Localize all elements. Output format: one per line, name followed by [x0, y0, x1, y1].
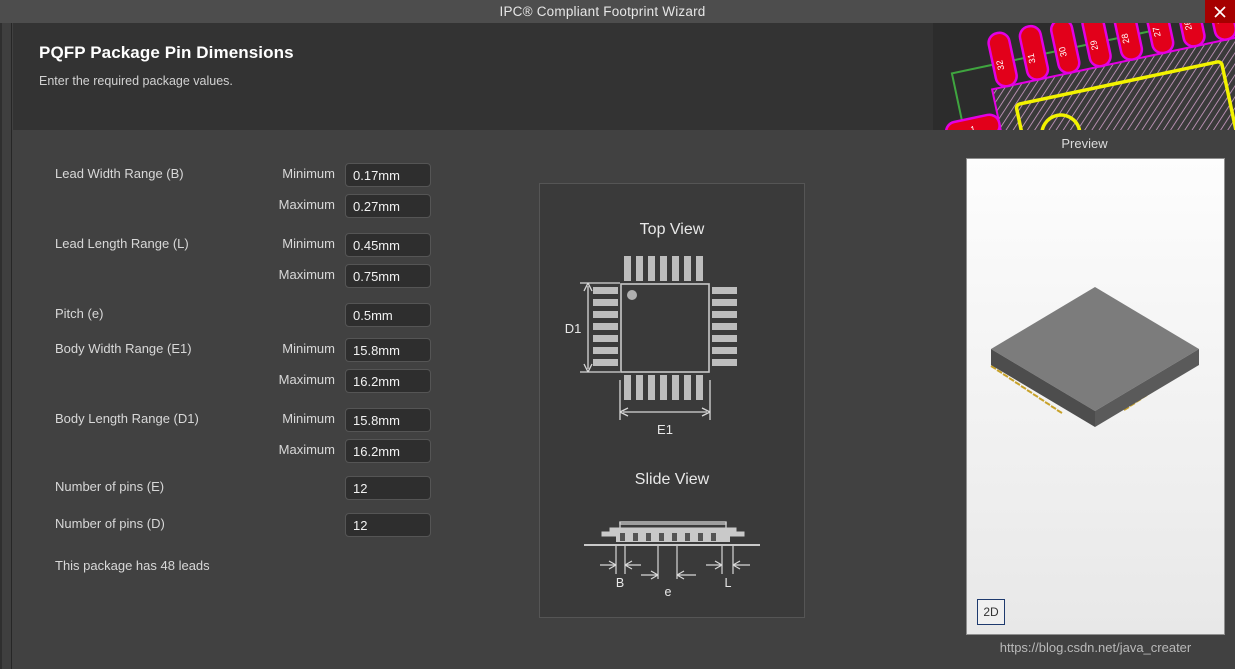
preview-3d-panel[interactable]: 2D: [966, 158, 1225, 635]
b-dimension: [600, 546, 641, 574]
form-row-lead-width-max: Maximum: [13, 194, 483, 218]
number-of-pins-e-input[interactable]: [345, 476, 431, 500]
field-label: Pitch (e): [55, 306, 104, 321]
window-title: IPC® Compliant Footprint Wizard: [499, 4, 706, 19]
package-dimensions-form: Lead Width Range (B) Minimum Maximum Lea…: [13, 130, 483, 669]
lead-length-min-input[interactable]: [345, 233, 431, 257]
lead-width-min-input[interactable]: [345, 163, 431, 187]
form-row-pins-e: Number of pins (E): [13, 476, 483, 500]
l-label: L: [725, 576, 732, 590]
footprint-preview-graphic: 32 31 30 29 28 27 26 25 1 2: [933, 23, 1235, 130]
pad-number: 30: [1057, 46, 1069, 58]
pad-number: 32: [994, 59, 1006, 71]
chip-top-face: [991, 287, 1199, 411]
pad-number: 26: [1182, 23, 1194, 31]
e-dimension: [641, 546, 696, 580]
d1-label: D1: [565, 321, 582, 336]
toggle-2d-button[interactable]: 2D: [977, 599, 1005, 625]
preview-label: Preview: [1061, 136, 1108, 151]
e1-label: E1: [657, 422, 673, 437]
lead-width-max-input[interactable]: [345, 194, 431, 218]
package-diagram-panel: Top View D1 E1 Slide View B e L: [539, 183, 805, 618]
number-of-pins-d-input[interactable]: [345, 513, 431, 537]
field-minmax-label: Minimum: [282, 341, 335, 356]
form-row-lead-length-min: Lead Length Range (L) Minimum: [13, 233, 483, 257]
body-length-max-input[interactable]: [345, 439, 431, 463]
field-minmax-label: Minimum: [282, 236, 335, 251]
right-leads: [712, 287, 737, 366]
lead-length-max-input[interactable]: [345, 264, 431, 288]
slide-view-title: Slide View: [635, 471, 710, 488]
form-row-lead-width-min: Lead Width Range (B) Minimum: [13, 163, 483, 187]
l-dimension: [706, 546, 750, 574]
page-title: PQFP Package Pin Dimensions: [39, 43, 294, 62]
e-label: e: [665, 585, 672, 599]
pitch-input[interactable]: [345, 303, 431, 327]
body-length-min-input[interactable]: [345, 408, 431, 432]
field-minmax-label: Minimum: [282, 166, 335, 181]
form-row-body-width-min: Body Width Range (E1) Minimum: [13, 338, 483, 362]
close-button[interactable]: [1205, 0, 1235, 23]
pad-number: 28: [1120, 33, 1132, 45]
pin1-dot: [627, 290, 637, 300]
pad-number: 29: [1088, 39, 1100, 51]
pad-number: 31: [1026, 53, 1038, 65]
form-row-body-length-max: Maximum: [13, 439, 483, 463]
close-icon: [1214, 6, 1226, 18]
field-label: Number of pins (D): [55, 516, 165, 531]
form-row-body-length-min: Body Length Range (D1) Minimum: [13, 408, 483, 432]
field-minmax-label: Maximum: [278, 442, 335, 457]
title-bar: IPC® Compliant Footprint Wizard: [0, 0, 1235, 23]
left-leads: [593, 287, 618, 366]
app-window: IPC® Compliant Footprint Wizard PQFP Pac…: [0, 0, 1235, 669]
top-view-title: Top View: [640, 221, 705, 238]
field-minmax-label: Minimum: [282, 411, 335, 426]
watermark: https://blog.csdn.net/java_creater: [999, 640, 1192, 655]
form-row-lead-length-max: Maximum: [13, 264, 483, 288]
page-header: PQFP Package Pin Dimensions Enter the re…: [13, 23, 1235, 130]
body-width-min-input[interactable]: [345, 338, 431, 362]
pad-number: 27: [1151, 26, 1163, 38]
body-width-max-input[interactable]: [345, 369, 431, 393]
lead-count-note: This package has 48 leads: [55, 558, 210, 573]
top-leads: [624, 256, 703, 281]
form-row-pitch: Pitch (e): [13, 303, 483, 327]
field-minmax-label: Maximum: [278, 372, 335, 387]
package-diagram: Top View D1 E1 Slide View B e L: [565, 221, 760, 599]
field-minmax-label: Maximum: [278, 267, 335, 282]
form-row-body-width-max: Maximum: [13, 369, 483, 393]
form-row-pins-d: Number of pins (D): [13, 513, 483, 537]
bottom-leads: [624, 375, 703, 400]
chip-3d-render: [990, 287, 1199, 427]
side-profile: [584, 521, 760, 546]
b-label: B: [616, 576, 624, 590]
field-minmax-label: Maximum: [278, 197, 335, 212]
field-label: Number of pins (E): [55, 479, 165, 494]
page-subtitle: Enter the required package values.: [39, 74, 233, 88]
